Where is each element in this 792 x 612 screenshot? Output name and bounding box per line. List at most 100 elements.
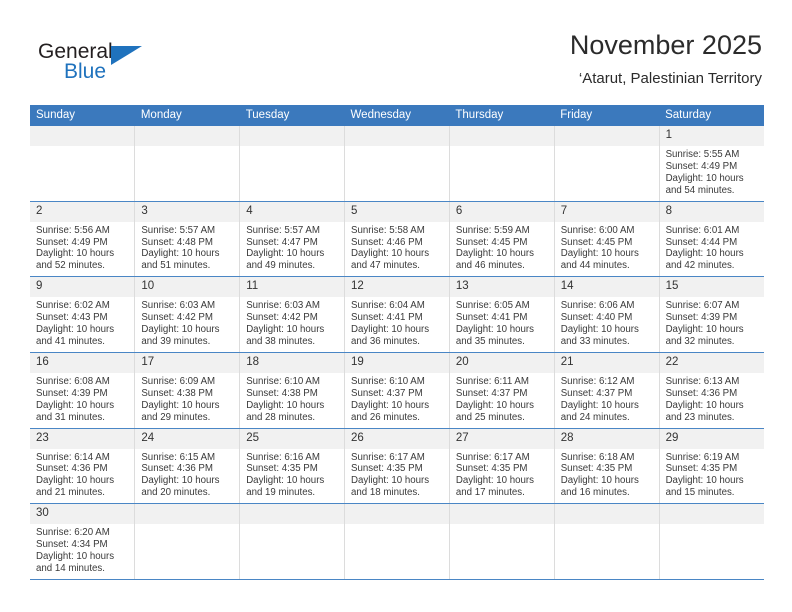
daylight-text-line1: Daylight: 10 hours xyxy=(455,475,534,487)
day-number: 14 xyxy=(554,277,659,298)
calendar-day-cell[interactable]: 9 Sunrise: 6:02 AM Sunset: 4:43 PM Daylight… xyxy=(30,276,135,353)
daylight-text-line2: and 54 minutes. xyxy=(665,184,735,196)
sunset-text: Sunset: 4:37 PM xyxy=(351,387,423,399)
page-subtitle: ‘Atarut, Palestinian Territory xyxy=(578,70,762,87)
day-number: 25 xyxy=(240,428,345,449)
calendar-day-cell-empty xyxy=(553,126,660,202)
calendar-day-cell[interactable]: 28 Sunrise: 6:18 AM Sunset: 4:35 PM Dayligh… xyxy=(553,428,660,505)
daylight-text-line2: and 32 minutes. xyxy=(665,335,735,347)
calendar-day-cell[interactable]: 12 Sunrise: 6:04 AM Sunset: 4:41 PM Dayligh… xyxy=(344,276,450,353)
daylight-text-line1: Daylight: 10 hours xyxy=(246,475,325,487)
daylight-text-line1: Daylight: 10 hours xyxy=(560,248,639,260)
daylight-text-line2: and 39 minutes. xyxy=(141,335,211,347)
sunrise-text: Sunrise: 6:11 AM xyxy=(455,375,529,387)
daylight-text-line1: Daylight: 10 hours xyxy=(36,475,115,487)
day-number xyxy=(554,504,659,525)
calendar-day-cell[interactable]: 8 Sunrise: 6:01 AM Sunset: 4:44 PM Daylight… xyxy=(658,201,764,278)
calendar-header-row: Sunday Monday Tuesday Wednesday Thursday… xyxy=(30,105,764,126)
calendar-day-cell[interactable]: 6 Sunrise: 5:59 AM Sunset: 4:45 PM Daylight… xyxy=(448,201,555,278)
sunset-text: Sunset: 4:45 PM xyxy=(455,236,528,248)
daylight-text-line1: Daylight: 10 hours xyxy=(560,399,639,411)
calendar-day-cell[interactable]: 13 Sunrise: 6:05 AM Sunset: 4:41 PM Dayligh… xyxy=(448,276,555,353)
calendar-week-row: 2 Sunrise: 5:56 AM Sunset: 4:49 PM Daylight… xyxy=(30,201,764,278)
calendar-week-row: 9 Sunrise: 6:02 AM Sunset: 4:43 PM Daylight… xyxy=(30,276,764,353)
calendar-day-cell[interactable]: 2 Sunrise: 5:56 AM Sunset: 4:49 PM Daylight… xyxy=(30,201,135,278)
sunrise-text: Sunrise: 6:17 AM xyxy=(351,451,425,463)
page-header: General Blue November 2025 ‘Atarut, Pale… xyxy=(30,28,762,98)
daylight-text-line1: Daylight: 10 hours xyxy=(351,475,430,487)
day-details: Sunrise: 6:12 AM Sunset: 4:37 PM Daylight:… xyxy=(555,373,659,428)
general-blue-logo[interactable]: General Blue xyxy=(30,36,260,96)
day-details xyxy=(345,146,449,153)
daylight-text-line2: and 52 minutes. xyxy=(36,260,105,272)
day-details xyxy=(240,524,344,531)
calendar-day-cell[interactable]: 30 Sunrise: 6:20 AM Sunset: 4:34 PM Dayligh… xyxy=(30,503,135,580)
daylight-text-line2: and 19 minutes. xyxy=(246,487,316,499)
weekday-header-monday: Monday xyxy=(134,105,240,126)
calendar-day-cell[interactable]: 22 Sunrise: 6:13 AM Sunset: 4:36 PM Dayligh… xyxy=(658,352,764,429)
calendar-day-cell[interactable]: 14 Sunrise: 6:06 AM Sunset: 4:40 PM Dayligh… xyxy=(553,276,660,353)
day-details: Sunrise: 6:15 AM Sunset: 4:36 PM Daylight:… xyxy=(135,449,239,504)
sunset-text: Sunset: 4:35 PM xyxy=(665,463,738,475)
daylight-text-line1: Daylight: 10 hours xyxy=(141,475,220,487)
daylight-text-line2: and 18 minutes. xyxy=(351,487,420,499)
calendar-day-cell[interactable]: 25 Sunrise: 6:16 AM Sunset: 4:35 PM Dayligh… xyxy=(239,428,345,505)
day-details: Sunrise: 5:59 AM Sunset: 4:45 PM Daylight:… xyxy=(450,222,554,277)
calendar-day-cell[interactable]: 11 Sunrise: 6:03 AM Sunset: 4:42 PM Dayligh… xyxy=(239,276,345,353)
day-number: 30 xyxy=(30,504,135,525)
calendar-day-cell[interactable]: 15 Sunrise: 6:07 AM Sunset: 4:39 PM Dayligh… xyxy=(658,276,764,353)
title-block: November 2025 ‘Atarut, Palestinian Terri… xyxy=(570,28,762,90)
calendar-day-cell[interactable]: 16 Sunrise: 6:08 AM Sunset: 4:39 PM Dayligh… xyxy=(30,352,135,429)
daylight-text-line1: Daylight: 10 hours xyxy=(455,324,534,336)
day-number: 21 xyxy=(554,352,659,373)
sunset-text: Sunset: 4:37 PM xyxy=(560,387,633,399)
sunrise-text: Sunrise: 6:20 AM xyxy=(36,527,110,539)
sunset-text: Sunset: 4:49 PM xyxy=(665,160,738,172)
day-details: Sunrise: 6:09 AM Sunset: 4:38 PM Daylight:… xyxy=(135,373,239,428)
sunset-text: Sunset: 4:36 PM xyxy=(665,387,738,399)
daylight-text-line1: Daylight: 10 hours xyxy=(246,248,325,260)
day-details: Sunrise: 5:57 AM Sunset: 4:48 PM Daylight:… xyxy=(135,222,239,277)
calendar-day-cell[interactable]: 20 Sunrise: 6:11 AM Sunset: 4:37 PM Dayligh… xyxy=(448,352,555,429)
calendar-day-cell[interactable]: 21 Sunrise: 6:12 AM Sunset: 4:37 PM Dayligh… xyxy=(553,352,660,429)
calendar-day-cell[interactable]: 23 Sunrise: 6:14 AM Sunset: 4:36 PM Dayligh… xyxy=(30,428,135,505)
sunrise-text: Sunrise: 6:07 AM xyxy=(665,300,740,312)
sunset-text: Sunset: 4:36 PM xyxy=(141,463,213,475)
daylight-text-line1: Daylight: 10 hours xyxy=(665,172,744,184)
day-number: 1 xyxy=(659,126,764,146)
weekday-header-thursday: Thursday xyxy=(449,105,555,126)
daylight-text-line1: Daylight: 10 hours xyxy=(141,324,220,336)
daylight-text-line2: and 16 minutes. xyxy=(560,487,630,499)
daylight-text-line2: and 49 minutes. xyxy=(246,260,316,272)
calendar-day-cell[interactable]: 5 Sunrise: 5:58 AM Sunset: 4:46 PM Daylight… xyxy=(344,201,450,278)
calendar-day-cell[interactable]: 26 Sunrise: 6:17 AM Sunset: 4:35 PM Dayligh… xyxy=(344,428,450,505)
sunset-text: Sunset: 4:41 PM xyxy=(351,312,423,324)
calendar-day-cell[interactable]: 18 Sunrise: 6:10 AM Sunset: 4:38 PM Dayligh… xyxy=(239,352,345,429)
calendar-day-cell[interactable]: 7 Sunrise: 6:00 AM Sunset: 4:45 PM Daylight… xyxy=(553,201,660,278)
calendar-day-cell[interactable]: 17 Sunrise: 6:09 AM Sunset: 4:38 PM Dayligh… xyxy=(134,352,240,429)
daylight-text-line2: and 47 minutes. xyxy=(351,260,420,272)
sunset-text: Sunset: 4:37 PM xyxy=(455,387,528,399)
day-number: 23 xyxy=(30,428,135,449)
calendar-day-cell[interactable]: 29 Sunrise: 6:19 AM Sunset: 4:35 PM Dayligh… xyxy=(658,428,764,505)
day-details xyxy=(30,146,134,153)
calendar-day-cell[interactable]: 19 Sunrise: 6:10 AM Sunset: 4:37 PM Dayligh… xyxy=(344,352,450,429)
sunrise-text: Sunrise: 5:55 AM xyxy=(665,149,740,160)
calendar-day-cell[interactable]: 1 Sunrise: 5:55 AM Sunset: 4:49 PM Daylight… xyxy=(658,126,764,202)
day-number: 8 xyxy=(659,201,764,222)
calendar-day-cell[interactable]: 27 Sunrise: 6:17 AM Sunset: 4:35 PM Dayligh… xyxy=(448,428,555,505)
day-details: Sunrise: 6:20 AM Sunset: 4:34 PM Daylight:… xyxy=(30,524,134,579)
calendar-day-cell[interactable]: 4 Sunrise: 5:57 AM Sunset: 4:47 PM Daylight… xyxy=(239,201,345,278)
day-details: Sunrise: 6:08 AM Sunset: 4:39 PM Daylight:… xyxy=(30,373,134,428)
calendar-day-cell[interactable]: 24 Sunrise: 6:15 AM Sunset: 4:36 PM Dayligh… xyxy=(134,428,240,505)
day-details xyxy=(555,146,659,153)
day-number: 5 xyxy=(345,201,449,222)
day-details: Sunrise: 5:55 AM Sunset: 4:49 PM Daylight:… xyxy=(660,146,764,201)
day-details: Sunrise: 6:17 AM Sunset: 4:35 PM Daylight:… xyxy=(345,449,449,504)
day-number: 6 xyxy=(449,201,554,222)
calendar-day-cell[interactable]: 10 Sunrise: 6:03 AM Sunset: 4:42 PM Dayligh… xyxy=(134,276,240,353)
sunrise-text: Sunrise: 6:06 AM xyxy=(560,300,635,312)
daylight-text-line1: Daylight: 10 hours xyxy=(665,248,744,260)
sunset-text: Sunset: 4:44 PM xyxy=(665,236,738,248)
calendar-day-cell[interactable]: 3 Sunrise: 5:57 AM Sunset: 4:48 PM Daylight… xyxy=(134,201,240,278)
